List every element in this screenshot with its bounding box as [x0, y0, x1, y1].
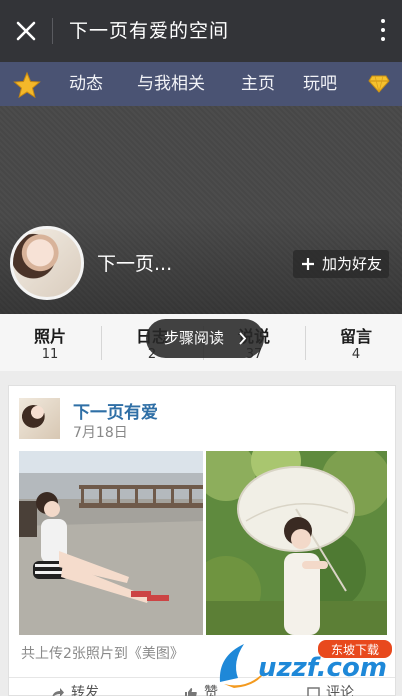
profile-cover: 下一页... 加为好友	[0, 106, 402, 314]
stat-label: 照片	[33, 327, 66, 346]
add-friend-label: 加为好友	[322, 255, 383, 273]
stat-count: 11	[41, 347, 59, 362]
tab-games[interactable]: 玩吧	[303, 72, 337, 96]
share-button[interactable]: 转发	[51, 682, 99, 696]
star-icon[interactable]	[13, 71, 41, 99]
site-watermark-logo: uzzf.com 东坡下载	[219, 640, 392, 688]
tab-home[interactable]: 主页	[241, 72, 275, 96]
add-friend-button[interactable]: 加为好友	[293, 250, 389, 278]
tab-feed[interactable]: 动态	[69, 72, 103, 96]
read-mode-label: 步骤阅读	[164, 329, 225, 347]
photo-thumbnail[interactable]	[19, 451, 203, 635]
divider	[52, 18, 53, 44]
svg-text:东坡下载: 东坡下载	[331, 643, 379, 657]
share-icon	[52, 688, 64, 696]
share-label: 转发	[71, 685, 99, 696]
close-icon[interactable]	[12, 17, 40, 45]
read-mode-button[interactable]: 步骤阅读	[146, 319, 264, 358]
chevron-right-icon	[239, 332, 247, 345]
stat-count: 4	[351, 347, 361, 362]
more-options-icon[interactable]	[380, 19, 386, 43]
like-button[interactable]: 赞	[184, 682, 218, 696]
stat-photos[interactable]: 照片 11	[0, 314, 100, 371]
stat-label: 留言	[339, 327, 372, 346]
post-caption: 共上传2张照片到《美图》	[21, 646, 184, 662]
app-bar: 下一页有爱的空间	[0, 0, 402, 62]
stat-messages[interactable]: 留言 4	[306, 314, 402, 371]
plus-icon	[302, 258, 314, 270]
profile-name: 下一页...	[97, 253, 173, 275]
post-date: 7月18日	[73, 425, 128, 441]
diamond-icon[interactable]	[368, 75, 390, 93]
author-name[interactable]: 下一页有爱	[73, 398, 158, 423]
page-title: 下一页有爱的空间	[69, 20, 230, 42]
author-avatar[interactable]	[19, 398, 60, 439]
thumbs-up-icon	[185, 688, 197, 696]
tab-related[interactable]: 与我相关	[137, 72, 205, 96]
photo-thumbnail[interactable]	[206, 451, 387, 635]
nav-bar: 动态 与我相关 主页 玩吧	[0, 62, 402, 106]
avatar[interactable]	[10, 226, 84, 300]
